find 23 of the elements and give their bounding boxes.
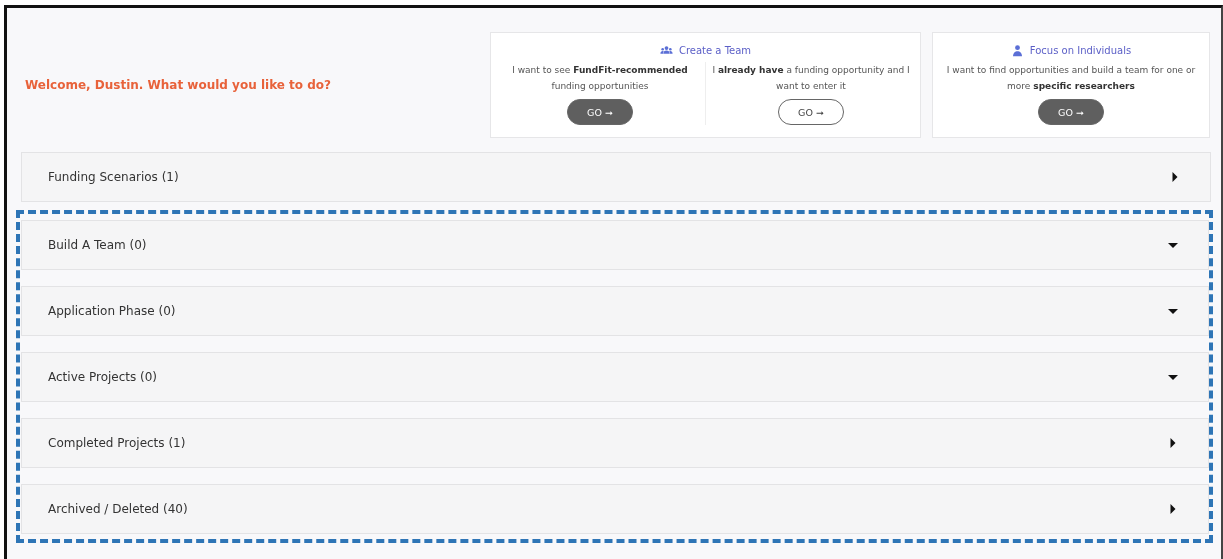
- accordion-header[interactable]: Funding Scenarios (1): [21, 152, 1211, 202]
- accordion-header[interactable]: Application Phase (0): [21, 286, 1209, 336]
- section-title: Archived / Deleted (40): [48, 502, 188, 516]
- card-title[interactable]: Create a Team: [678, 45, 752, 56]
- group-icon: [659, 44, 673, 57]
- go-button[interactable]: GO ➞: [778, 99, 844, 125]
- option-description: I want to see FundFit-recommended funding opportunities: [511, 64, 689, 93]
- go-button[interactable]: GO ➞: [1038, 99, 1104, 125]
- card-title[interactable]: Focus on Individuals: [1029, 45, 1132, 56]
- section-title: Active Projects (0): [48, 370, 158, 384]
- section-title: Funding Scenarios (1): [48, 170, 179, 184]
- person-icon: [1010, 44, 1024, 57]
- accordion-header[interactable]: Archived / Deleted (40): [21, 484, 1209, 534]
- welcome-text: Welcome, Dustin. What would you like to do?: [25, 78, 332, 92]
- option-description: I want to find opportunities and build a team for one or more specific researchers: [945, 64, 1197, 93]
- section-title: Application Phase (0): [48, 304, 176, 318]
- accordion-header[interactable]: Build A Team (0): [21, 220, 1209, 270]
- section-title: Completed Projects (1): [48, 436, 186, 450]
- accordion-header[interactable]: Active Projects (0): [21, 352, 1209, 402]
- option-description: I already have a funding opportunity and I want to enter it: [711, 64, 911, 93]
- go-button[interactable]: GO ➞: [567, 99, 633, 125]
- accordion-header[interactable]: Completed Projects (1): [21, 418, 1209, 468]
- section-title: Build A Team (0): [48, 238, 147, 252]
